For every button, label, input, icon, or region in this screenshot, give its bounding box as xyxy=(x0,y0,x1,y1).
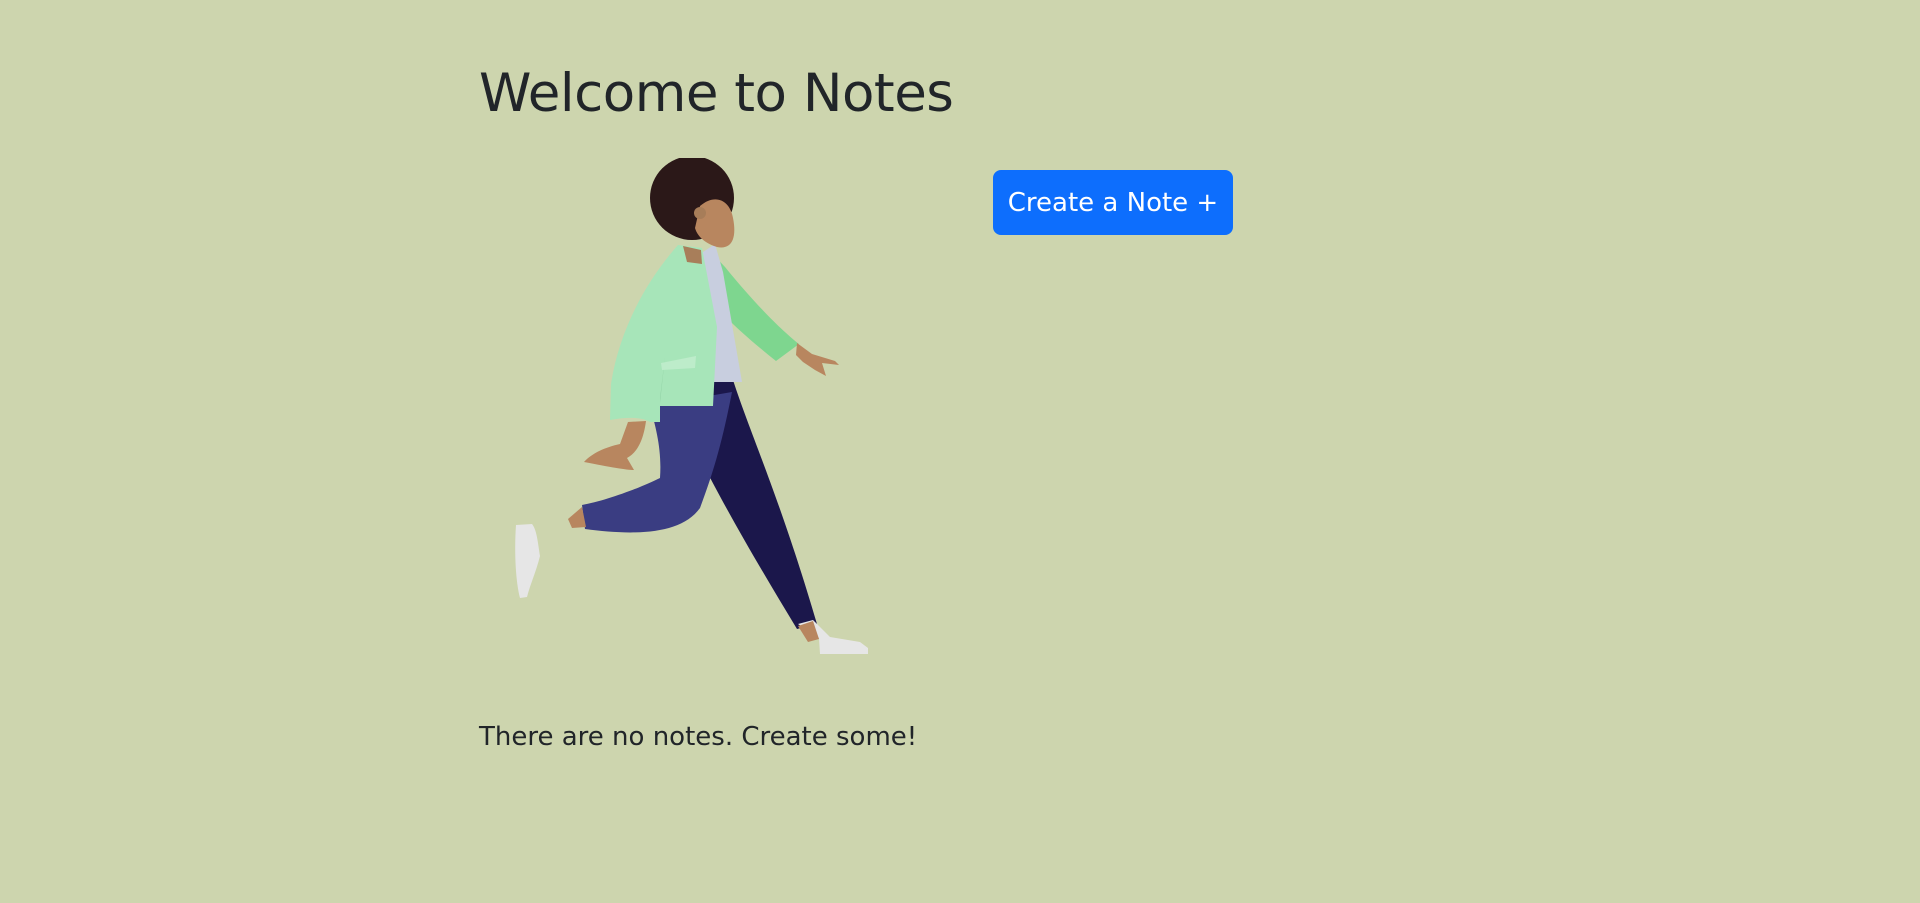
front-leg xyxy=(515,392,732,598)
empty-notes-message: There are no notes. Create some! xyxy=(479,722,918,752)
create-note-button[interactable]: Create a Note + xyxy=(993,170,1233,235)
page-title: Welcome to Notes xyxy=(479,63,954,124)
head xyxy=(650,158,735,264)
walking-person-illustration xyxy=(515,158,868,654)
